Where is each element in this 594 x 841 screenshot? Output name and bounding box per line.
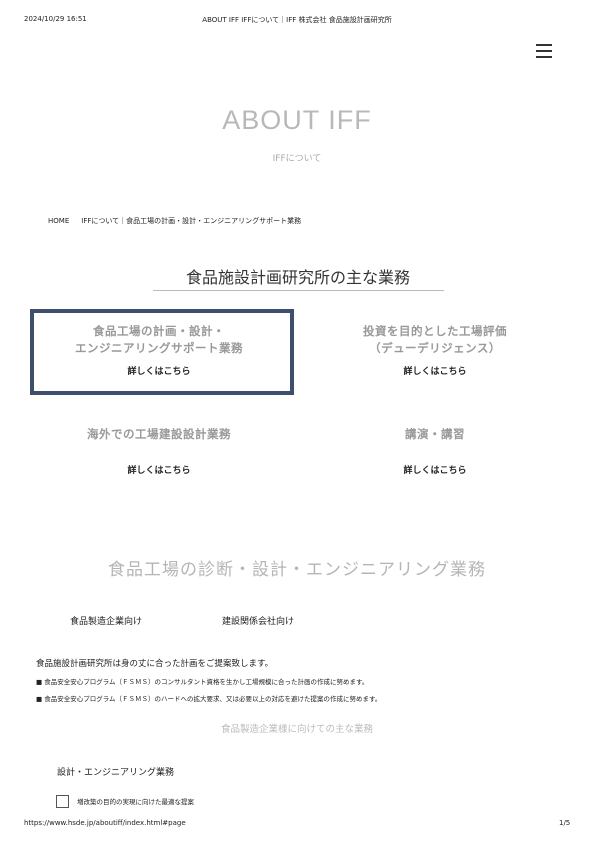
hero-subtitle: IFFについて [272, 154, 322, 164]
breadcrumb-home-link[interactable]: HOME [48, 217, 69, 225]
intro-text: 食品施設計画研究所は身の丈に合った計画をご提案致します。 [36, 659, 274, 669]
card-title-line: 講演・講習 [405, 427, 465, 441]
bullet-item: ■ 食品安全安心プログラム（ＦＳＭＳ）のハードへの拡大要求、又は必要以上の対応を… [36, 695, 382, 703]
service-card-planning[interactable]: 食品工場の計画・設計・ エンジニアリングサポート業務 詳しくはこちら [30, 323, 288, 403]
proposal-checkbox[interactable] [56, 795, 69, 808]
hero-title: ABOUT IFF [222, 105, 372, 135]
card-details-link[interactable]: 詳しくはこちら [403, 364, 466, 377]
tab-construction-companies[interactable]: 建設関係会社向け [222, 614, 294, 627]
services-title: 食品施設計画研究所の主な業務 [185, 268, 410, 287]
service-card-lectures[interactable]: 講演・講習 詳しくはこちら [306, 426, 564, 506]
card-details-link[interactable]: 詳しくはこちら [403, 463, 466, 476]
hamburger-menu-icon[interactable] [536, 42, 552, 59]
card-title-line: エンジニアリングサポート業務 [75, 341, 243, 355]
tab-food-manufacturers[interactable]: 食品製造企業向け [70, 614, 142, 627]
service-card-overseas[interactable]: 海外での工場建設設計業務 詳しくはこちら [30, 426, 288, 506]
breadcrumb-current: 食品工場の計画・設計・エンジニアリングサポート業務 [126, 217, 302, 225]
bullet-item: ■ 食品安全安心プログラム（ＦＳＭＳ）のコンサルタント資格を生かし工場規模に合っ… [36, 678, 369, 686]
service-card-due-diligence[interactable]: 投資を目的とした工場評価 （デューデリジェンス） 詳しくはこちら [306, 323, 564, 403]
diagnosis-title: 食品工場の診断・設計・エンジニアリング業務 [108, 560, 486, 580]
card-title-line: 食品工場の計画・設計・ [93, 324, 225, 338]
print-page-title: ABOUT IFF IFFについて｜IFF 株式会社 食品施設計画研究所 [202, 16, 392, 24]
card-details-link[interactable]: 詳しくはこちら [127, 463, 190, 476]
print-page-number: 1/5 [559, 819, 571, 827]
print-footer-url: https://www.hsde.jp/aboutiff/index.html#… [24, 819, 186, 827]
proposal-checkbox-label: 増改築の目的の実現に向けた最適な提案 [77, 798, 194, 806]
services-title-underline [153, 290, 444, 291]
breadcrumb: HOME IFFについて｜食品工場の計画・設計・エンジニアリングサポート業務 [48, 217, 302, 225]
card-details-link[interactable]: 詳しくはこちら [127, 364, 190, 377]
card-title-line: 投資を目的とした工場評価 [363, 324, 507, 338]
sub-heading: 食品製造企業様に向けての主な業務 [220, 724, 373, 735]
card-title-line: 海外での工場建設設計業務 [87, 427, 231, 441]
breadcrumb-about-link[interactable]: IFFについて [81, 217, 119, 225]
card-title-line: （デューデリジェンス） [369, 341, 501, 355]
design-engineering-label: 設計・エンジニアリング業務 [57, 768, 175, 778]
